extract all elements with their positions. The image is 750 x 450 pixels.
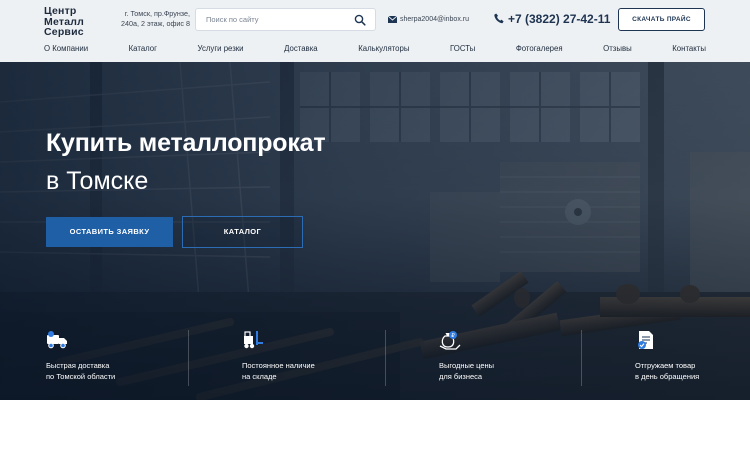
envelope-icon: [388, 16, 397, 23]
feature-line: на складе: [242, 372, 277, 381]
search-icon[interactable]: [354, 14, 366, 26]
nav-item-cutting[interactable]: Услуги резки: [198, 43, 244, 55]
phone-icon: [494, 13, 504, 24]
phone-number[interactable]: +7 (3822) 27-42-11: [508, 11, 610, 27]
forklift-icon: [244, 331, 263, 349]
money-bag-icon: ₽: [439, 331, 461, 350]
nav-item-about[interactable]: О Компании: [44, 43, 88, 55]
feature-line: Быстрая доставка: [46, 361, 110, 370]
site-header: Центр Металл Сервис г. Томск, пр.Фрунзе,…: [0, 0, 750, 62]
download-price-button[interactable]: СКАЧАТЬ ПРАЙС: [618, 8, 705, 31]
search-input[interactable]: [206, 9, 346, 30]
nav-item-gallery[interactable]: Фотогалерея: [516, 43, 563, 55]
features-row: Быстрая доставка по Томской области Пост…: [0, 330, 750, 400]
feature-line: в день обращения: [635, 372, 700, 381]
logo-line: Центр: [44, 5, 77, 17]
nav-item-gost[interactable]: ГОСТы: [450, 43, 475, 55]
logo-line: Сервис: [44, 26, 84, 38]
main-nav: О Компании Каталог Услуги резки Доставка…: [44, 43, 706, 55]
svg-text:₽: ₽: [451, 333, 455, 339]
hero-title: Купить металлопрокат: [46, 129, 326, 157]
feature-line: Отгружаем товар: [635, 361, 696, 370]
feature-divider: [581, 330, 582, 386]
feature-line: по Томской области: [46, 372, 116, 381]
nav-item-calculators[interactable]: Калькуляторы: [358, 43, 409, 55]
document-icon: [638, 331, 653, 349]
feature-divider: [385, 330, 386, 386]
feature-text: Отгружаем товар в день обращения: [635, 360, 750, 382]
feature-text: Постоянное наличие на складе: [242, 360, 392, 382]
nav-item-contacts[interactable]: Контакты: [672, 43, 706, 55]
truck-icon: [47, 331, 67, 349]
nav-item-delivery[interactable]: Доставка: [284, 43, 317, 55]
leave-request-button[interactable]: ОСТАВИТЬ ЗАЯВКУ: [46, 217, 173, 247]
hero-subtitle: в Томске: [46, 167, 149, 195]
email-link[interactable]: sherpa2004@inbox.ru: [400, 14, 469, 25]
feature-line: Постоянное наличие: [242, 361, 315, 370]
feature-text: Выгодные цены для бизнеса: [439, 360, 589, 382]
feature-line: для бизнеса: [439, 372, 483, 381]
feature-divider: [188, 330, 189, 386]
company-logo[interactable]: Центр Металл Сервис: [44, 6, 94, 38]
company-address: г. Томск, пр.Фрунзе, 240а, 2 этаж, офис …: [120, 9, 190, 28]
hero-banner: Купить металлопрокат в Томске ОСТАВИТЬ З…: [0, 62, 750, 400]
catalog-button[interactable]: КАТАЛОГ: [182, 216, 303, 248]
feature-line: Выгодные цены: [439, 361, 495, 370]
nav-item-catalog[interactable]: Каталог: [129, 43, 157, 55]
nav-item-reviews[interactable]: Отзывы: [603, 43, 632, 55]
feature-text: Быстрая доставка по Томской области: [46, 360, 196, 382]
search-box: [195, 8, 376, 31]
